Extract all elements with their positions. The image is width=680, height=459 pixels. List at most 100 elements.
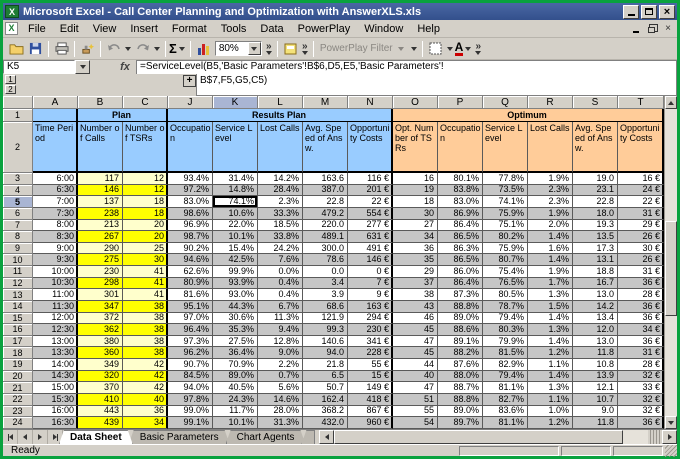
cell-T14[interactable]: 36 €	[618, 300, 664, 313]
cell-N6[interactable]: 554 €	[348, 207, 393, 220]
cell-Q23[interactable]: 83.6%	[483, 405, 528, 418]
cell-N12[interactable]: 7 €	[348, 277, 393, 290]
cell-T5[interactable]: 22 €	[618, 196, 664, 208]
column-header-L[interactable]: L	[258, 96, 303, 109]
cell-Q19[interactable]: 82.9%	[483, 359, 528, 371]
row-header-9[interactable]: 9	[3, 242, 33, 255]
cell-M18[interactable]: 94.0	[303, 347, 348, 359]
cell-L15[interactable]: 11.3%	[258, 312, 303, 325]
cell-B5[interactable]: 137	[78, 196, 123, 208]
cell-B8[interactable]: 267	[78, 231, 123, 243]
tab-split-handle[interactable]	[648, 430, 662, 444]
column-header-P[interactable]: P	[438, 96, 483, 109]
cell-J3[interactable]: 93.4%	[168, 173, 213, 185]
cell-J14[interactable]: 95.1%	[168, 300, 213, 313]
cell-J17[interactable]: 97.3%	[168, 335, 213, 348]
menu-edit[interactable]: Edit	[53, 22, 86, 36]
cell-S9[interactable]: 17.3	[573, 242, 618, 255]
menu-data[interactable]: Data	[253, 22, 290, 36]
cell-L17[interactable]: 12.8%	[258, 335, 303, 348]
cell-S18[interactable]: 11.8	[573, 347, 618, 359]
cell-J11[interactable]: 62.6%	[168, 266, 213, 278]
cell-K19[interactable]: 70.9%	[213, 359, 258, 371]
cell-L14[interactable]: 6.7%	[258, 300, 303, 313]
field-label-C[interactable]: Number of TSRs	[123, 122, 168, 173]
cell-B24[interactable]: 439	[78, 417, 123, 429]
cell-S5[interactable]: 22.8	[573, 196, 618, 208]
cell-M14[interactable]: 68.6	[303, 300, 348, 313]
cell-R10[interactable]: 1.4%	[528, 254, 573, 266]
cell-P13[interactable]: 87.3%	[438, 289, 483, 301]
cell-C19[interactable]: 42	[123, 359, 168, 371]
row-header-17[interactable]: 17	[3, 335, 33, 348]
formula-input-line1[interactable]: =ServiceLevel(B5,'Basic Parameters'!B$6,…	[136, 60, 677, 74]
cell-Q17[interactable]: 79.9%	[483, 335, 528, 348]
cell-R8[interactable]: 1.4%	[528, 231, 573, 243]
cell-P24[interactable]: 89.7%	[438, 417, 483, 429]
format-overflow-icon[interactable]: »	[473, 41, 483, 55]
cell-K21[interactable]: 40.5%	[213, 382, 258, 394]
cell-N19[interactable]: 55 €	[348, 359, 393, 371]
cell-K11[interactable]: 99.9%	[213, 266, 258, 278]
cell-P3[interactable]: 80.1%	[438, 173, 483, 185]
row-header-12[interactable]: 12	[3, 277, 33, 290]
cell-N23[interactable]: 867 €	[348, 405, 393, 418]
column-header-T[interactable]: T	[618, 96, 664, 109]
cell-J6[interactable]: 98.6%	[168, 207, 213, 220]
cell-R22[interactable]: 1.1%	[528, 393, 573, 406]
cell-P21[interactable]: 88.7%	[438, 382, 483, 394]
cell-A21[interactable]: 15:00	[33, 382, 78, 394]
cell-J13[interactable]: 81.6%	[168, 289, 213, 301]
column-header-A[interactable]: A	[33, 96, 78, 109]
cell-M17[interactable]: 140.6	[303, 335, 348, 348]
cell-L21[interactable]: 5.6%	[258, 382, 303, 394]
field-label-B[interactable]: Number of Calls	[78, 122, 123, 173]
close-button[interactable]: ×	[659, 4, 675, 19]
cell-K23[interactable]: 11.7%	[213, 405, 258, 418]
group-cell-optimum[interactable]: Optimum	[393, 109, 664, 122]
cell-N10[interactable]: 146 €	[348, 254, 393, 266]
field-label-L[interactable]: Lost Calls	[258, 122, 303, 173]
cell-M20[interactable]: 6.5	[303, 370, 348, 383]
cell-N8[interactable]: 631 €	[348, 231, 393, 243]
cell-N5[interactable]: 22 €	[348, 196, 393, 208]
cell-M22[interactable]: 162.4	[303, 393, 348, 406]
cell-K6[interactable]: 10.6%	[213, 207, 258, 220]
cell-C13[interactable]: 41	[123, 289, 168, 301]
cell-R23[interactable]: 1.0%	[528, 405, 573, 418]
cell-P22[interactable]: 88.8%	[438, 393, 483, 406]
field-label-N[interactable]: Opportunity Costs	[348, 122, 393, 173]
cell-C12[interactable]: 41	[123, 277, 168, 290]
menu-tools[interactable]: Tools	[214, 22, 254, 36]
column-header-J[interactable]: J	[168, 96, 213, 109]
cell-S7[interactable]: 19.3	[573, 219, 618, 232]
field-label-M[interactable]: Avg. Speed of Answ.	[303, 122, 348, 173]
cell-O11[interactable]: 29	[393, 266, 438, 278]
cell-M3[interactable]: 163.6	[303, 173, 348, 185]
cell-T21[interactable]: 33 €	[618, 382, 664, 394]
cell-K15[interactable]: 30.6%	[213, 312, 258, 325]
vertical-scroll-thumb[interactable]	[665, 221, 677, 316]
row-header-22[interactable]: 22	[3, 393, 33, 406]
cell-M5[interactable]: 22.8	[303, 196, 348, 208]
cell-C5[interactable]: 18	[123, 196, 168, 208]
cell-R20[interactable]: 1.4%	[528, 370, 573, 383]
cell-K22[interactable]: 24.3%	[213, 393, 258, 406]
cell-A5[interactable]: 7:00	[33, 196, 78, 208]
menu-file[interactable]: File	[21, 22, 53, 36]
cell-P7[interactable]: 86.4%	[438, 219, 483, 232]
field-label-P[interactable]: Occupation	[438, 122, 483, 173]
cell-J12[interactable]: 80.9%	[168, 277, 213, 290]
cell-T16[interactable]: 34 €	[618, 324, 664, 336]
cell-J21[interactable]: 94.0%	[168, 382, 213, 394]
cell-M16[interactable]: 99.3	[303, 324, 348, 336]
cell-M8[interactable]: 489.1	[303, 231, 348, 243]
cell-Q18[interactable]: 81.5%	[483, 347, 528, 359]
row-header-14[interactable]: 14	[3, 300, 33, 313]
cell-S3[interactable]: 19.0	[573, 173, 618, 185]
cell-O7[interactable]: 27	[393, 219, 438, 232]
cell-O16[interactable]: 45	[393, 324, 438, 336]
cell-O3[interactable]: 16	[393, 173, 438, 185]
cell-P17[interactable]: 89.1%	[438, 335, 483, 348]
cell-Q14[interactable]: 78.7%	[483, 300, 528, 313]
